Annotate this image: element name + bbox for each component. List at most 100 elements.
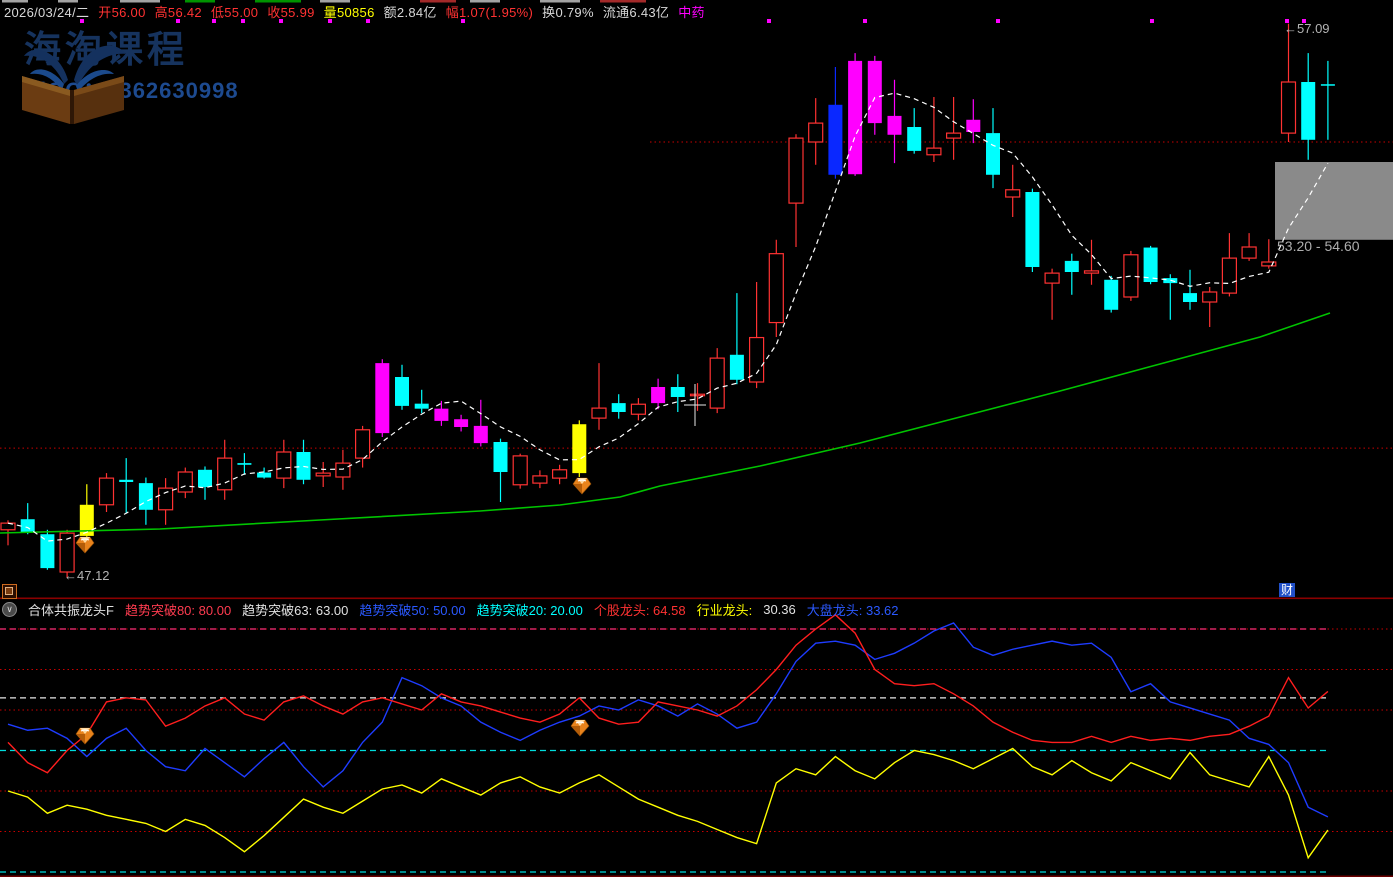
watermark-logo: 海淘课程 加QQ：1362630998 [14, 30, 239, 105]
candle [119, 480, 133, 482]
quote-field-3: 低55.00 [211, 2, 258, 21]
candle [691, 394, 705, 396]
candle [21, 519, 35, 532]
indicator-field-4: 趋势突破20: 20.00 [477, 600, 583, 619]
quote-field-8: 换0.79% [542, 2, 594, 21]
indicator-field-7: 30.36 [763, 602, 796, 617]
candle [1301, 82, 1315, 140]
candle [434, 409, 448, 421]
candle [336, 463, 350, 477]
candle [947, 133, 961, 138]
price-label-low: ←47.12 [64, 568, 110, 583]
candle [513, 456, 527, 485]
candle [100, 478, 114, 505]
candle [927, 148, 941, 155]
candle [986, 133, 1000, 175]
candle [415, 404, 429, 409]
candle [592, 408, 606, 418]
indicator-field-2: 趋势突破63: 63.00 [242, 600, 348, 619]
candle [1045, 273, 1059, 283]
quote-field-5: 量50856 [324, 2, 375, 21]
panel-separator [0, 598, 1393, 600]
candle [868, 61, 882, 123]
signal-dot [1150, 19, 1154, 23]
candle [218, 458, 232, 490]
candle [553, 470, 567, 478]
candle [1104, 280, 1118, 310]
candle [907, 127, 921, 151]
candle [237, 463, 251, 465]
slow-ma-line [0, 313, 1330, 533]
candle [277, 452, 291, 478]
candle [1321, 84, 1335, 86]
indicator-field-8: 大盘龙头: 33.62 [807, 600, 899, 619]
candle [139, 483, 153, 510]
candle [375, 363, 389, 433]
collapse-icon[interactable]: ∨ [2, 602, 17, 617]
indicator-field-0: 合体共振龙头F [28, 600, 114, 619]
candle [612, 403, 626, 412]
candle [1085, 271, 1099, 273]
candle [1242, 247, 1256, 258]
candle [494, 442, 508, 472]
quote-field-7: 幅1.07(1.95%) [446, 2, 533, 21]
indicator-series-line-1 [8, 623, 1328, 817]
candle [631, 404, 645, 414]
indicator-field-5: 个股龙头: 64.58 [594, 600, 686, 619]
candle [1124, 255, 1138, 297]
finance-badge[interactable]: 财 [1279, 583, 1295, 597]
candle [572, 424, 586, 473]
candle [356, 430, 370, 458]
candle [1183, 293, 1197, 302]
quote-field-6: 额2.84亿 [384, 2, 437, 21]
indicator-field-6: 行业龙头: [697, 600, 753, 619]
candle [1222, 258, 1236, 293]
candle [809, 123, 823, 142]
gap-range-label: 53.20 - 54.60 [1277, 238, 1360, 254]
chart-window-icon[interactable] [2, 584, 17, 599]
quote-field-2: 高56.42 [155, 2, 202, 21]
quote-field-10: 中药 [678, 2, 705, 21]
indicator-field-1: 趋势突破80: 80.00 [125, 600, 231, 619]
candle [651, 387, 665, 403]
candle [710, 358, 724, 408]
candle [454, 419, 468, 427]
candle [1144, 248, 1158, 282]
quote-field-9: 流通6.43亿 [603, 2, 669, 21]
indicator-field-3: 趋势突破50: 50.00 [359, 600, 465, 619]
price-label-high: ←57.09 [1284, 21, 1330, 36]
candle [1065, 261, 1079, 272]
signal-dot [863, 19, 867, 23]
quote-header: 2026/03/24/二开56.00 高56.42 低55.00 收55.99 量508… [4, 2, 705, 21]
indicator-header: ∨ 合体共振龙头F 趋势突破80: 80.00 趋势突破63: 63.00 趋势突破5… [2, 600, 899, 619]
candle [1282, 82, 1296, 133]
candle [1163, 278, 1177, 283]
book-logo-icon [14, 30, 132, 126]
candle [533, 476, 547, 483]
gap-box [1275, 162, 1393, 240]
candle [888, 116, 902, 135]
candle [769, 254, 783, 323]
signal-dot [767, 19, 771, 23]
candle [1006, 190, 1020, 197]
candle [316, 473, 330, 476]
quote-field-0: 2026/03/24/二 [4, 2, 89, 21]
candle [848, 61, 862, 174]
candle [828, 105, 842, 175]
candle [257, 473, 271, 478]
candle [730, 355, 744, 380]
candle [1203, 292, 1217, 302]
candle [789, 138, 803, 203]
signal-dot [996, 19, 1000, 23]
candle [671, 387, 685, 397]
candle [40, 534, 54, 568]
candle [1025, 192, 1039, 267]
chart-canvas[interactable] [0, 0, 1393, 877]
candle [198, 470, 212, 487]
candle [178, 472, 192, 492]
candle [474, 426, 488, 443]
trading-app-window: 2026/03/24/二开56.00 高56.42 低55.00 收55.99 量508… [0, 0, 1393, 877]
quote-field-4: 收55.99 [267, 2, 314, 21]
candle [395, 377, 409, 406]
quote-field-1: 开56.00 [98, 2, 145, 21]
